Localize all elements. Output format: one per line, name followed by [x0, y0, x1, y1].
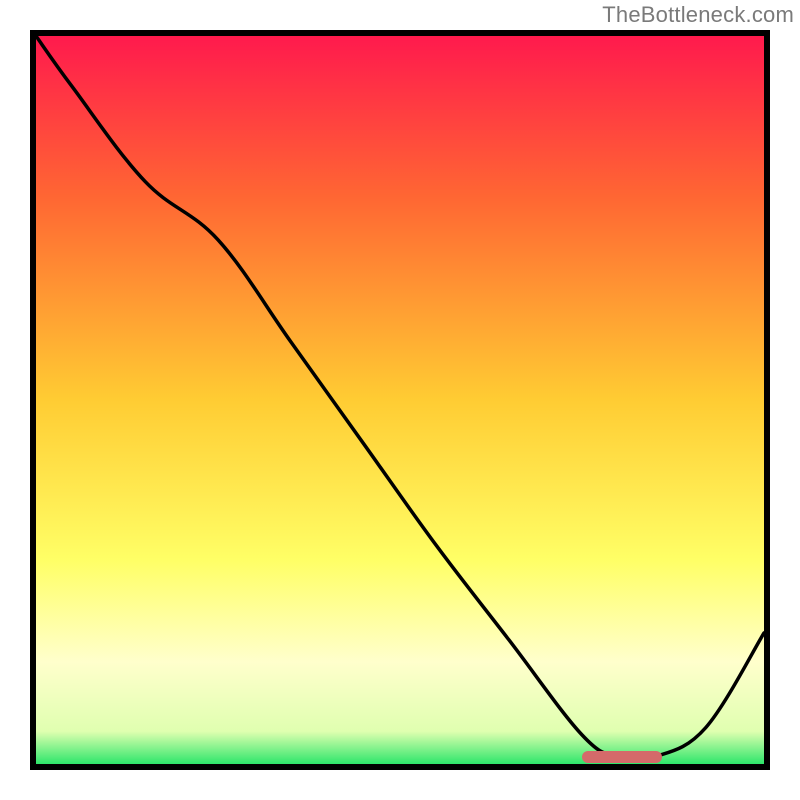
- gradient-background: [36, 36, 764, 764]
- chart-frame: TheBottleneck.com: [0, 0, 800, 800]
- optimal-range-marker: [582, 751, 662, 763]
- plot-area: [36, 36, 764, 764]
- attribution-text: TheBottleneck.com: [602, 2, 794, 28]
